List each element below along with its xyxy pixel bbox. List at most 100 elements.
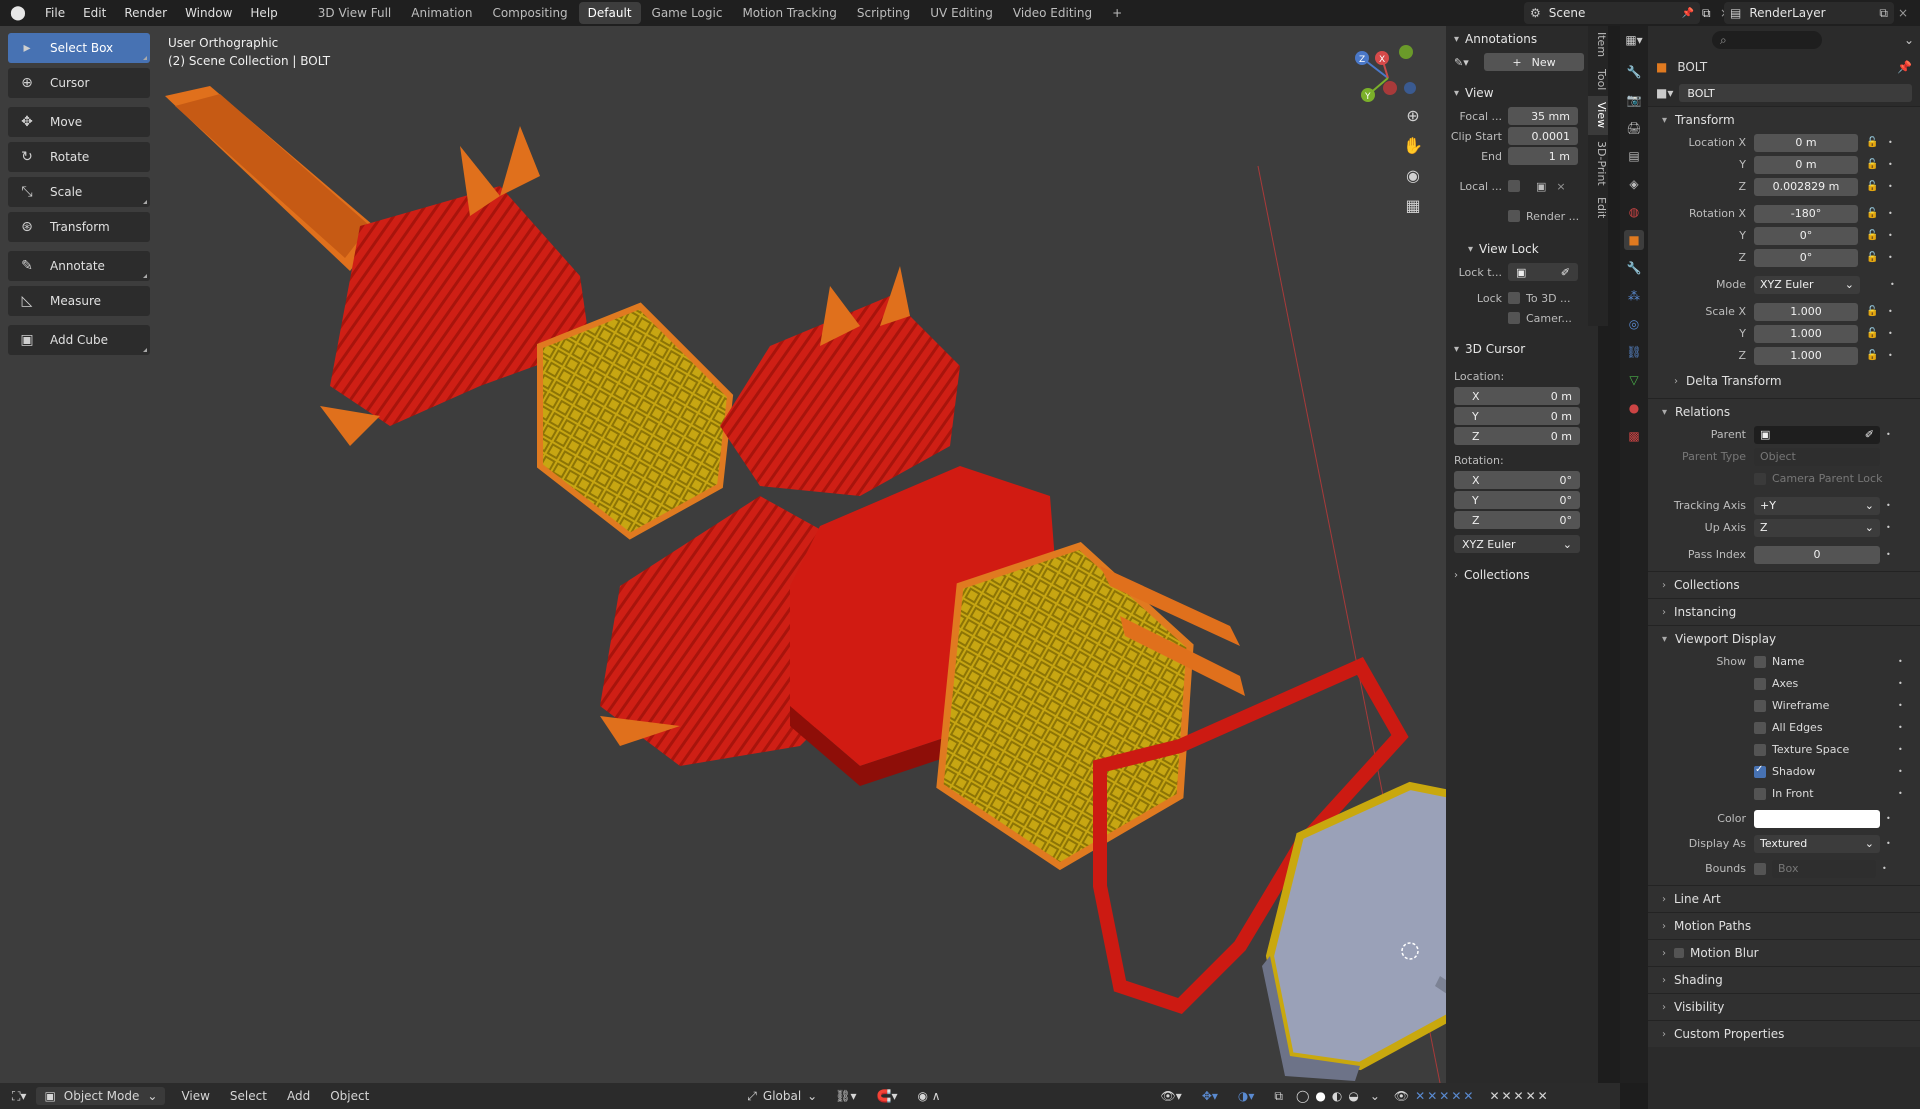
- cursor-rot-z[interactable]: Z 0°: [1454, 511, 1580, 529]
- keyframe-dot-icon[interactable]: •: [1886, 523, 1892, 532]
- tool-move[interactable]: ✥ Move: [8, 107, 150, 137]
- bounds-checkbox[interactable]: [1754, 862, 1766, 875]
- rotation-mode-dropdown[interactable]: XYZ Euler ⌄: [1754, 275, 1860, 294]
- show-name-checkbox[interactable]: [1754, 655, 1766, 668]
- tab-game-logic[interactable]: Game Logic: [643, 2, 732, 24]
- visibility-icon[interactable]: 👁▾: [1161, 1089, 1182, 1103]
- keyframe-dot-icon[interactable]: •: [1882, 864, 1888, 873]
- extra-toggles-icon[interactable]: ✕✕✕✕✕: [1489, 1089, 1549, 1103]
- location-x-field[interactable]: 0 m: [1754, 133, 1858, 152]
- tab-scripting[interactable]: Scripting: [848, 2, 919, 24]
- tool-annotate[interactable]: ✎ Annotate: [8, 251, 150, 281]
- instancing-header[interactable]: › Instancing: [1648, 599, 1920, 625]
- datablock-name-field[interactable]: BOLT: [1679, 84, 1912, 102]
- tab-view[interactable]: View: [1588, 96, 1608, 135]
- parent-field[interactable]: ▣ ✐: [1754, 425, 1880, 444]
- motion-paths-header[interactable]: › Motion Paths: [1648, 913, 1920, 939]
- lock-icon[interactable]: 🔓: [1866, 306, 1882, 317]
- pan-hand-icon[interactable]: ✋: [1400, 132, 1426, 158]
- tab-default[interactable]: Default: [578, 2, 641, 24]
- solid-shading-icon[interactable]: ●: [1315, 1089, 1325, 1103]
- eyedropper-icon[interactable]: ✐: [1865, 428, 1874, 441]
- motion-blur-header[interactable]: › Motion Blur: [1648, 940, 1920, 966]
- menu-object[interactable]: Object: [330, 1089, 369, 1103]
- scale-y-field[interactable]: 1.000: [1754, 324, 1858, 343]
- material-shading-icon[interactable]: ◐: [1332, 1089, 1342, 1103]
- object-color-swatch[interactable]: [1754, 809, 1880, 828]
- rendered-shading-icon[interactable]: ◒: [1348, 1089, 1358, 1103]
- menu-select[interactable]: Select: [230, 1089, 267, 1103]
- tab-edit[interactable]: Edit: [1588, 191, 1608, 224]
- lock-icon[interactable]: 🔓: [1866, 159, 1882, 170]
- scale-z-field[interactable]: 1.000: [1754, 346, 1858, 365]
- tab-animation[interactable]: Animation: [402, 2, 481, 24]
- lock-camera-checkbox[interactable]: [1508, 312, 1520, 324]
- tab-compositing[interactable]: Compositing: [483, 2, 576, 24]
- tab-item[interactable]: Item: [1588, 26, 1608, 63]
- keyframe-dot-icon[interactable]: •: [1888, 253, 1894, 262]
- add-workspace-button[interactable]: +: [1103, 2, 1131, 24]
- world-icon[interactable]: ◍: [1624, 202, 1644, 222]
- menu-render[interactable]: Render: [115, 0, 176, 26]
- wireframe-shading-icon[interactable]: ◯: [1296, 1089, 1309, 1103]
- visibility-header[interactable]: › Visibility: [1648, 994, 1920, 1020]
- scene-icon[interactable]: ◈: [1624, 174, 1644, 194]
- tracking-axis-dropdown[interactable]: +Y ⌄: [1754, 496, 1880, 515]
- menu-help[interactable]: Help: [241, 0, 286, 26]
- scene-selector[interactable]: ⚙ Scene 📌: [1524, 2, 1700, 24]
- tool-cursor[interactable]: ⊕ Cursor: [8, 68, 150, 98]
- up-axis-dropdown[interactable]: Z ⌄: [1754, 518, 1880, 537]
- menu-window[interactable]: Window: [176, 0, 241, 26]
- mode-dropdown[interactable]: ▣ Object Mode ⌄: [36, 1087, 166, 1105]
- keyframe-dot-icon[interactable]: •: [1886, 430, 1892, 439]
- keyframe-dot-icon[interactable]: •: [1888, 138, 1894, 147]
- lock-icon[interactable]: 🔓: [1866, 230, 1882, 241]
- rotation-x-field[interactable]: -180°: [1754, 204, 1858, 223]
- pin-icon[interactable]: 📌: [1682, 8, 1694, 19]
- location-y-field[interactable]: 0 m: [1754, 155, 1858, 174]
- location-z-field[interactable]: 0.002829 m: [1754, 177, 1858, 196]
- new-scene-icon[interactable]: ⧉: [1702, 2, 1716, 24]
- viewport-display-header[interactable]: ▾ Viewport Display: [1648, 626, 1920, 652]
- pivot-icon[interactable]: ⛓▾: [835, 1089, 856, 1103]
- parent-type-dropdown[interactable]: Object: [1754, 447, 1880, 466]
- keyframe-dot-icon[interactable]: •: [1898, 657, 1904, 666]
- lock-object-field[interactable]: ▣ ✐: [1508, 263, 1578, 281]
- lock-icon[interactable]: 🔓: [1866, 181, 1882, 192]
- cursor-loc-z[interactable]: Z 0 m: [1454, 427, 1580, 445]
- lock-icon[interactable]: 🔓: [1866, 208, 1882, 219]
- output-icon[interactable]: 🖨: [1624, 118, 1644, 138]
- keyframe-dot-icon[interactable]: •: [1888, 160, 1894, 169]
- close-layer-icon[interactable]: ×: [1898, 2, 1916, 24]
- keyframe-dot-icon[interactable]: •: [1888, 351, 1894, 360]
- view-header[interactable]: ▾ View: [1446, 80, 1598, 106]
- lock-icon[interactable]: 🔓: [1866, 350, 1882, 361]
- tab-uv-editing[interactable]: UV Editing: [921, 2, 1002, 24]
- proportional-edit-icon[interactable]: ◉ ∧: [917, 1089, 940, 1103]
- object-data-icon[interactable]: ■▾: [1656, 86, 1673, 100]
- render-layer-selector[interactable]: ▤ RenderLayer ⧉: [1724, 2, 1894, 24]
- tool-select-box[interactable]: ▸ Select Box: [8, 33, 150, 63]
- collections-header[interactable]: › Collections: [1446, 562, 1598, 588]
- clear-icon[interactable]: ×: [1556, 180, 1565, 193]
- relations-header[interactable]: ▾ Relations: [1648, 399, 1920, 425]
- particles-icon[interactable]: ⁂: [1624, 286, 1644, 306]
- tab-video-editing[interactable]: Video Editing: [1004, 2, 1101, 24]
- tool-transform[interactable]: ⊛ Transform: [8, 212, 150, 242]
- menu-file[interactable]: File: [36, 0, 74, 26]
- show-axes-checkbox[interactable]: [1754, 677, 1766, 690]
- keyframe-dot-icon[interactable]: •: [1888, 231, 1894, 240]
- texture-icon[interactable]: ▩: [1624, 426, 1644, 446]
- tool-add-cube[interactable]: ▣ Add Cube: [8, 325, 150, 355]
- navigation-gizmo[interactable]: Z X Y: [1348, 40, 1428, 110]
- delta-transform-header[interactable]: › Delta Transform: [1648, 368, 1920, 394]
- modifier-icon[interactable]: 🔧: [1624, 258, 1644, 278]
- shading-header[interactable]: › Shading: [1648, 967, 1920, 993]
- line-art-header[interactable]: › Line Art: [1648, 886, 1920, 912]
- cursor-loc-x[interactable]: X 0 m: [1454, 387, 1580, 405]
- motion-blur-checkbox[interactable]: [1674, 948, 1684, 958]
- show-in-front-checkbox[interactable]: [1754, 787, 1766, 800]
- physics-icon[interactable]: ◎: [1624, 314, 1644, 334]
- show-shadow-checkbox[interactable]: [1754, 764, 1766, 778]
- options-icon[interactable]: ⌄: [1904, 33, 1914, 47]
